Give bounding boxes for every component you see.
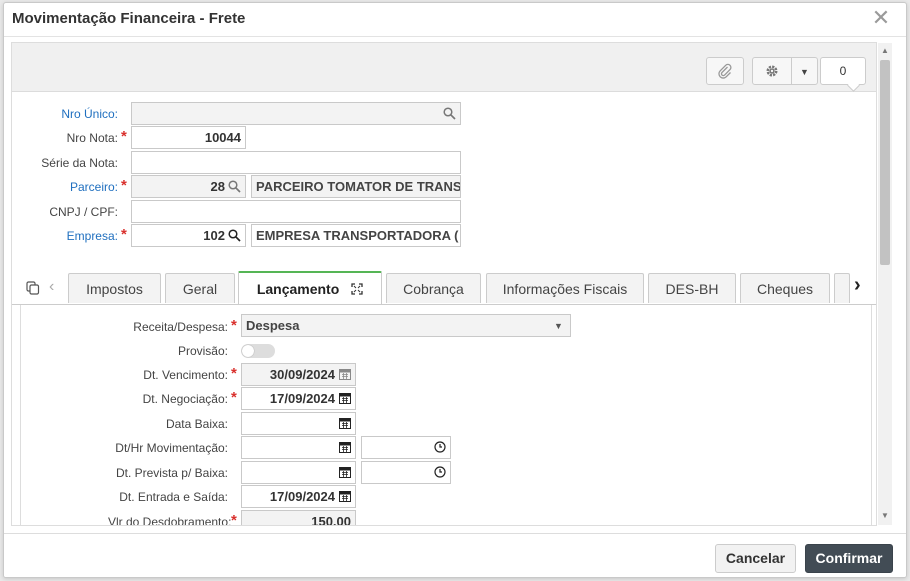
parceiro-label: Parceiro: <box>69 180 118 194</box>
scroll-up-icon[interactable]: ▲ <box>881 46 889 55</box>
tab-lancamento-label: Lançamento <box>256 281 340 297</box>
dialog-body: ▼ 0 Nro Único: Nro Nota: * 10044 Série d… <box>11 42 877 526</box>
cnpj-cpf-input[interactable] <box>131 200 461 223</box>
cnpj-cpf-label: CNPJ / CPF: <box>49 205 118 219</box>
caret-down-icon: ▼ <box>800 67 809 77</box>
caret-down-icon[interactable]: ▼ <box>554 321 563 331</box>
chevron-right-icon[interactable]: › <box>854 274 861 297</box>
required-marker: * <box>121 128 127 145</box>
calendar-icon[interactable] <box>339 417 351 429</box>
serie-nota-input[interactable] <box>131 151 461 174</box>
search-icon[interactable] <box>228 229 241 242</box>
vertical-scrollbar[interactable]: ▲ ▼ <box>878 43 892 525</box>
required-marker: * <box>121 177 127 194</box>
settings-dropdown-button[interactable]: ▼ <box>791 57 818 85</box>
required-marker: * <box>231 512 237 526</box>
calendar-icon[interactable] <box>339 392 351 404</box>
dialog: Movimentação Financeira - Frete ✕ ▼ 0 Nr… <box>3 2 907 578</box>
nro-nota-input[interactable]: 10044 <box>131 126 246 149</box>
vlr-desdobramento-input[interactable]: 150,00 <box>241 510 356 525</box>
attachment-button[interactable] <box>706 57 744 85</box>
tab-bar: ‹ Impostos Geral Lançamento Cobrança Inf… <box>12 271 876 305</box>
tab-cobranca[interactable]: Cobrança <box>386 273 481 303</box>
empresa-name-input[interactable]: EMPRESA TRANSPORTADORA ( <box>251 224 461 247</box>
provisao-toggle[interactable] <box>241 344 275 358</box>
vlr-desdobramento-label: Vlr do Desdobramento: <box>108 515 232 526</box>
toolbar: ▼ 0 <box>12 43 876 92</box>
scroll-down-icon[interactable]: ▼ <box>881 511 889 520</box>
serie-nota-label: Série da Nota: <box>41 156 118 170</box>
cancel-button[interactable]: Cancelar <box>715 544 796 573</box>
receita-despesa-label: Receita/Despesa: <box>133 320 228 334</box>
dt-entrada-saida-label: Dt. Entrada e Saída: <box>119 490 228 504</box>
nro-unico-label: Nro Único: <box>61 107 118 121</box>
receita-despesa-select[interactable]: Despesa <box>241 314 571 337</box>
dt-vencimento-label: Dt. Vencimento: <box>143 368 228 382</box>
required-marker: * <box>231 389 237 406</box>
gear-icon <box>766 65 778 77</box>
paperclip-icon <box>718 63 732 79</box>
provisao-label: Provisão: <box>177 344 228 358</box>
nro-nota-label: Nro Nota: <box>66 131 118 145</box>
dt-hr-movimentacao-label: Dt/Hr Movimentação: <box>115 441 228 455</box>
tab-informacoes-fiscais[interactable]: Informações Fiscais <box>486 273 644 303</box>
calendar-icon[interactable] <box>339 368 351 380</box>
settings-button[interactable] <box>752 57 792 85</box>
calendar-icon[interactable] <box>339 490 351 502</box>
required-marker: * <box>231 317 237 334</box>
search-icon[interactable] <box>228 180 241 193</box>
required-marker: * <box>121 226 127 243</box>
dt-prevista-baixa-label: Dt. Prevista p/ Baixa: <box>115 466 228 480</box>
calendar-icon[interactable] <box>339 441 351 453</box>
data-baixa-label: Data Baixa: <box>165 417 228 431</box>
tab-lancamento[interactable]: Lançamento <box>238 271 382 305</box>
clock-icon[interactable] <box>434 441 446 453</box>
tab-geral[interactable]: Geral <box>165 273 235 303</box>
dialog-footer: Cancelar Confirmar <box>4 533 906 577</box>
tab-overflow[interactable] <box>834 273 850 303</box>
clock-icon[interactable] <box>434 466 446 478</box>
empresa-label: Empresa: <box>66 229 118 243</box>
calendar-icon[interactable] <box>339 466 351 478</box>
title-bar: Movimentação Financeira - Frete ✕ <box>4 3 906 37</box>
tab-des-bh[interactable]: DES-BH <box>648 273 736 303</box>
chevron-left-icon[interactable]: ‹ <box>49 278 54 296</box>
dt-negociacao-label: Dt. Negociação: <box>142 392 228 406</box>
tab-impostos[interactable]: Impostos <box>68 273 161 303</box>
dialog-title: Movimentação Financeira - Frete <box>12 10 246 27</box>
parceiro-name-input[interactable]: PARCEIRO TOMATOR DE TRANS <box>251 175 461 198</box>
close-icon[interactable]: ✕ <box>870 7 892 29</box>
count-badge[interactable]: 0 <box>820 57 866 85</box>
confirm-button[interactable]: Confirmar <box>805 544 893 573</box>
nro-unico-input[interactable] <box>131 102 461 125</box>
search-icon[interactable] <box>443 107 456 120</box>
copy-icon[interactable] <box>26 281 40 295</box>
expand-icon[interactable] <box>351 283 363 295</box>
required-marker: * <box>231 365 237 382</box>
scrollbar-thumb[interactable] <box>880 60 890 265</box>
tab-cheques[interactable]: Cheques <box>740 273 830 303</box>
